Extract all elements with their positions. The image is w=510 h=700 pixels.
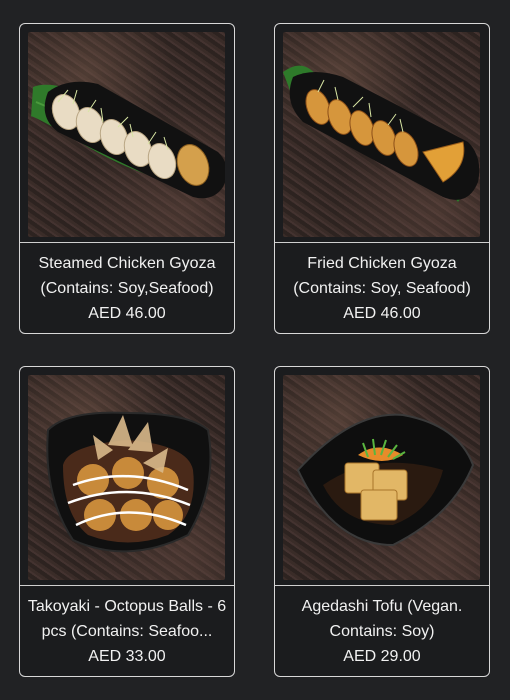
menu-item-card[interactable]: Agedashi Tofu (Vegan. Contains: Soy) AED… — [274, 366, 490, 677]
steamed-gyoza-image — [28, 32, 225, 237]
menu-item-price: AED 46.00 — [343, 304, 421, 322]
fried-gyoza-image — [283, 32, 480, 237]
menu-item-name: Fried Chicken Gyoza (Contains: Soy, Seaf… — [293, 254, 471, 297]
menu-item-price: AED 29.00 — [343, 647, 421, 665]
menu-item-info: Takoyaki - Octopus Balls - 6 pcs (Contai… — [20, 586, 234, 676]
menu-item-card[interactable]: Takoyaki - Octopus Balls - 6 pcs (Contai… — [19, 366, 235, 677]
menu-item-price: AED 46.00 — [88, 304, 166, 322]
menu-item-name: Takoyaki - Octopus Balls - 6 pcs (Contai… — [27, 597, 227, 640]
menu-item-price: AED 33.00 — [88, 647, 166, 665]
menu-item-info: Steamed Chicken Gyoza (Contains: Soy,Sea… — [20, 243, 234, 333]
menu-item-info: Fried Chicken Gyoza (Contains: Soy, Seaf… — [275, 243, 489, 333]
menu-item-name: Steamed Chicken Gyoza (Contains: Soy,Sea… — [38, 254, 216, 297]
menu-item-card[interactable]: Steamed Chicken Gyoza (Contains: Soy,Sea… — [19, 23, 235, 334]
menu-item-info: Agedashi Tofu (Vegan. Contains: Soy) AED… — [275, 586, 489, 676]
menu-grid: Steamed Chicken Gyoza (Contains: Soy,Sea… — [0, 0, 510, 700]
takoyaki-image — [28, 375, 225, 580]
menu-item-card[interactable]: Fried Chicken Gyoza (Contains: Soy, Seaf… — [274, 23, 490, 334]
menu-item-name: Agedashi Tofu (Vegan. Contains: Soy) — [301, 597, 463, 640]
agedashi-tofu-image — [283, 375, 480, 580]
